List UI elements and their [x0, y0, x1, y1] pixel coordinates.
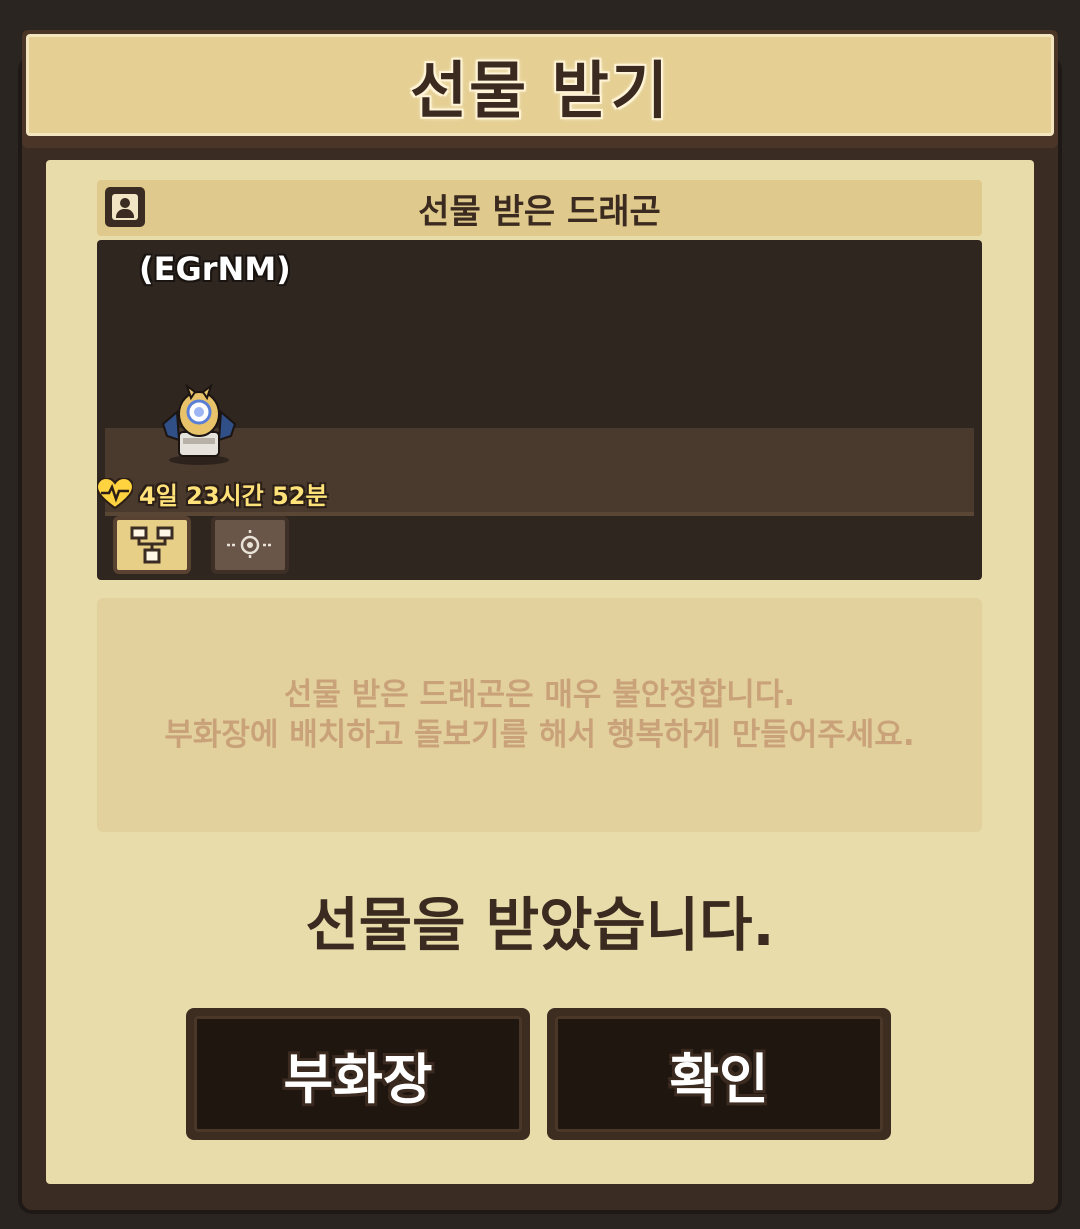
- heart-pulse-icon: [97, 477, 133, 509]
- tree-view-button[interactable]: [113, 516, 191, 574]
- section-title: 선물 받은 드래곤: [418, 191, 661, 232]
- title-plate: 선물 받기: [26, 34, 1054, 136]
- happiness-timer: 4일 23시간 52분: [97, 476, 328, 511]
- target-icon: [227, 530, 273, 560]
- confirm-button-label: 확인: [669, 1047, 769, 1111]
- target-view-button[interactable]: [211, 516, 289, 574]
- timer-text: 4일 23시간 52분: [139, 482, 328, 510]
- info-line-1: 선물 받은 드래곤은 매우 불안정합니다.: [283, 677, 796, 713]
- hatchery-button[interactable]: 부화장: [186, 1008, 530, 1140]
- confirm-button-face[interactable]: 확인: [555, 1016, 883, 1132]
- hatchery-button-face[interactable]: 부화장: [194, 1016, 522, 1132]
- title-banner: 선물 받기: [22, 30, 1058, 148]
- info-box: 선물 받은 드래곤은 매우 불안정합니다. 부화장에 배치하고 돌보기를 해서 …: [97, 598, 982, 832]
- tree-structure-icon: [130, 526, 174, 564]
- dragon-egg-sprite[interactable]: [161, 380, 237, 466]
- confirm-button[interactable]: 확인: [547, 1008, 891, 1140]
- game-screen: 선물 받기 선물 받은 드래곤 (EGrNM) 4일 23시간 52분 선물 받…: [0, 0, 1080, 1229]
- section-header: 선물 받은 드래곤: [97, 180, 982, 236]
- hatchery-button-label: 부화장: [283, 1047, 433, 1111]
- dragon-name: (EGrNM): [139, 250, 291, 288]
- dragon-viewer: (EGrNM) 4일 23시간 52분: [97, 240, 982, 580]
- info-line-2: 부화장에 배치하고 돌보기를 해서 행복하게 만들어주세요.: [164, 717, 915, 753]
- dialog-title: 선물 받기: [410, 54, 670, 127]
- result-message: 선물을 받았습니다.: [305, 891, 775, 959]
